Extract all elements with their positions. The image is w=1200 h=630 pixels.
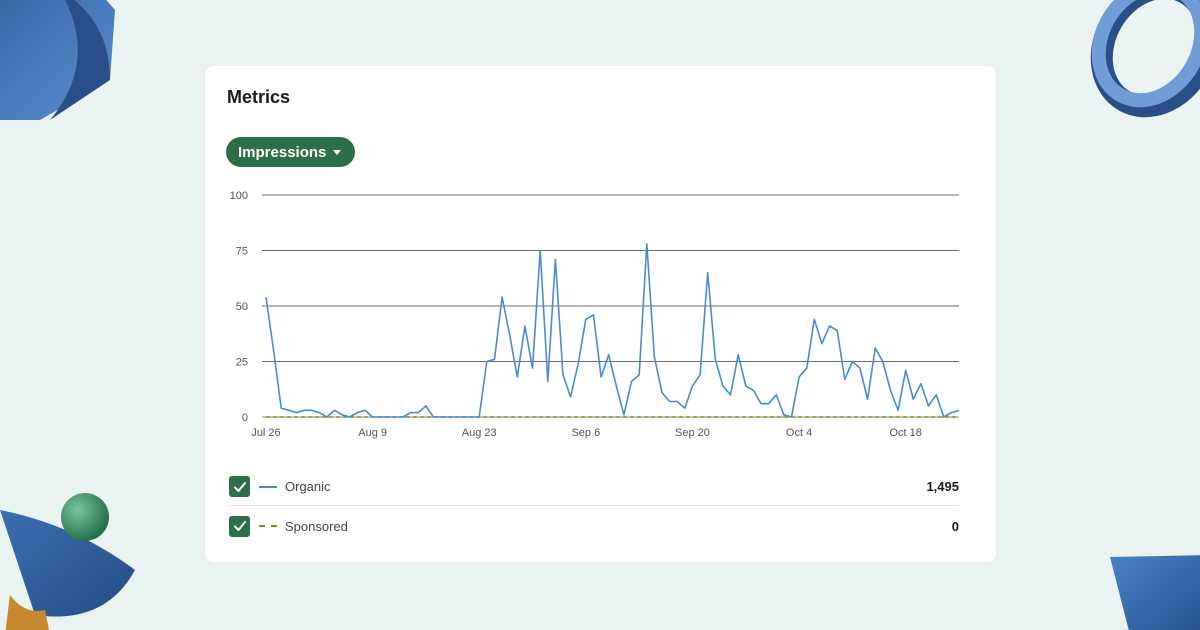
organic-checkbox[interactable] — [229, 476, 250, 497]
checkmark-icon — [233, 481, 246, 492]
decorative-ring-shape — [1090, 0, 1200, 118]
x-tick-label: Oct 18 — [889, 427, 921, 439]
y-tick-label: 75 — [236, 246, 248, 258]
x-tick-label: Jul 26 — [251, 427, 280, 439]
series-line-organic — [265, 243, 960, 418]
y-tick-label: 100 — [230, 190, 248, 202]
sponsored-total: 0 — [951, 518, 959, 534]
decorative-cone-shape — [0, 0, 115, 120]
sponsored-checkbox[interactable] — [229, 515, 250, 537]
y-tick-label: 25 — [236, 357, 248, 369]
x-tick-label: Aug 23 — [462, 427, 497, 439]
y-tick-label: 0 — [242, 412, 248, 424]
organic-total: 1,495 — [926, 479, 959, 494]
checkmark-icon — [233, 521, 246, 531]
decorative-prism-shape — [1110, 555, 1200, 630]
legend-label-sponsored: Sponsored — [285, 518, 348, 534]
x-tick-label: Sep 6 — [571, 427, 600, 439]
line-chart: 0 25 50 75 100 Jul 26 Aug 9 Aug 23 Sep 6 Sep 20 Oc… — [230, 190, 960, 439]
y-tick-label: 50 — [236, 301, 248, 313]
legend-row-organic: Organic 1,495 — [229, 468, 959, 506]
metrics-card: Metrics Impressions 0 25 50 75 100 Jul 26 Aug … — [204, 65, 997, 563]
organic-line-swatch — [259, 485, 277, 488]
x-tick-label: Sep 20 — [675, 427, 710, 439]
x-tick-label: Oct 4 — [786, 427, 812, 439]
sponsored-line-swatch — [259, 525, 277, 527]
legend-row-sponsored: Sponsored 0 — [229, 507, 959, 545]
x-tick-label: Aug 9 — [358, 427, 387, 439]
decorative-cone-ball-shape — [0, 493, 135, 630]
legend-label-organic: Organic — [285, 479, 331, 494]
